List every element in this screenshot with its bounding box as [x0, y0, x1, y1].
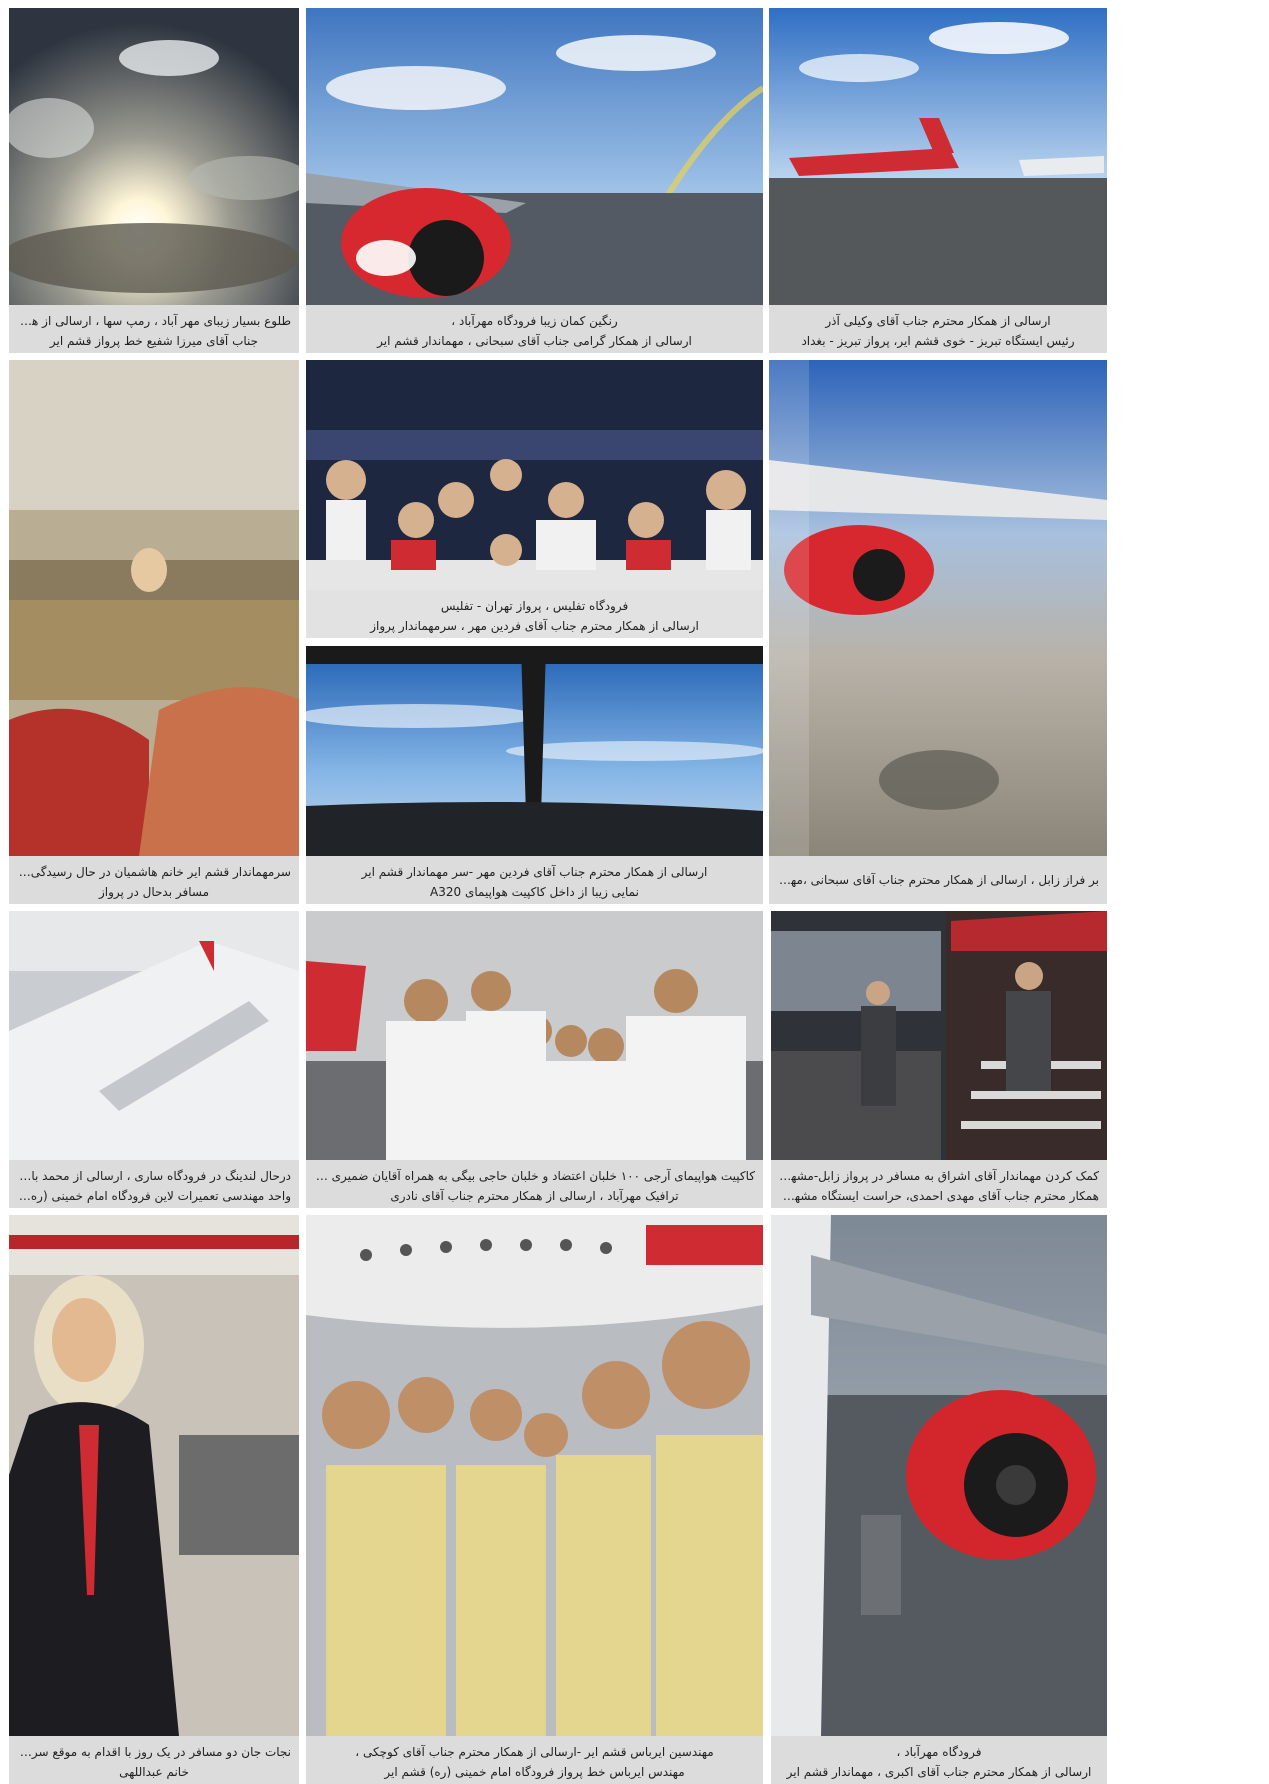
pilots-group-photo — [306, 911, 763, 1160]
photo-caption: فرودگاه مهرآباد ، ارسالی از همکار محترم … — [771, 1736, 1107, 1784]
apron-aircraft-photo — [769, 8, 1107, 305]
photo-caption: کمک کردن مهماندار آقای اشراق به مسافر در… — [771, 1160, 1107, 1208]
photo-caption: ارسالی از همکار محترم جناب آقای فردین مه… — [306, 856, 763, 904]
cabin-photo — [9, 360, 299, 856]
photo-caption: نجات جان دو مسافر در یک روز با اقدام به … — [9, 1736, 299, 1784]
gallery-tile-rainbow[interactable]: رنگین کمان زیبا فرودگاه مهرآباد ، ارسالی… — [306, 8, 763, 353]
gallery-tile-zabol-aerial[interactable]: بر فراز زابل ، ارسالی از همکار محترم جنا… — [769, 360, 1107, 904]
gallery-tile-engineers[interactable]: مهندسین ایرباس قشم ایر -ارسالی از همکار … — [306, 1215, 763, 1784]
gallery-tile-crew-tbilisi[interactable]: فرودگاه تفلیس ، پرواز تهران - تفلیس ارسا… — [306, 360, 763, 638]
wing-engine-aerial-photo — [769, 360, 1107, 856]
cockpit-photo — [306, 646, 763, 856]
photo-caption: بر فراز زابل ، ارسالی از همکار محترم جنا… — [769, 856, 1107, 904]
flight-attendant-photo — [9, 1215, 299, 1736]
rainbow-airport-photo — [306, 8, 763, 305]
sunrise-photo — [9, 8, 299, 305]
photo-caption: طلوع بسیار زیبای مهر آباد ، رمپ سها ، ار… — [9, 305, 299, 353]
gallery-tile-cockpit[interactable]: ارسالی از همکار محترم جناب آقای فردین مه… — [306, 646, 763, 904]
gallery-tile-attendant[interactable]: نجات جان دو مسافر در یک روز با اقدام به … — [9, 1215, 299, 1784]
gallery-tile-pilots[interactable]: کاکپیت هواپیمای آرجی ۱۰۰ خلبان اعتضاد و … — [306, 911, 763, 1208]
photo-caption: ارسالی از همکار محترم جناب آقای وکیلی آذ… — [769, 305, 1107, 353]
wing-flaps-photo — [9, 911, 299, 1160]
gallery-tile-cabin[interactable]: سرمهماندار قشم ایر خانم هاشمیان در حال ر… — [9, 360, 299, 904]
engineers-selfie-photo — [306, 1215, 763, 1736]
photo-caption: کاکپیت هواپیمای آرجی ۱۰۰ خلبان اعتضاد و … — [306, 1160, 763, 1208]
gallery-tile-sari-landing[interactable]: درحال لندینگ در فرودگاه ساری ، ارسالی از… — [9, 911, 299, 1208]
passenger-assist-photo — [771, 911, 1107, 1160]
engine-closeup-photo — [771, 1215, 1107, 1736]
gallery-tile-passenger-assist[interactable]: کمک کردن مهماندار آقای اشراق به مسافر در… — [771, 911, 1107, 1208]
gallery-tile-apron[interactable]: ارسالی از همکار محترم جناب آقای وکیلی آذ… — [769, 8, 1107, 353]
photo-caption: مهندسین ایرباس قشم ایر -ارسالی از همکار … — [306, 1736, 763, 1784]
gallery-tile-sunrise[interactable]: طلوع بسیار زیبای مهر آباد ، رمپ سها ، ار… — [9, 8, 299, 353]
photo-caption: سرمهماندار قشم ایر خانم هاشمیان در حال ر… — [9, 856, 299, 904]
gallery-tile-mehrabad-engine[interactable]: فرودگاه مهرآباد ، ارسالی از همکار محترم … — [771, 1215, 1107, 1784]
photo-caption: درحال لندینگ در فرودگاه ساری ، ارسالی از… — [9, 1160, 299, 1208]
photo-caption: رنگین کمان زیبا فرودگاه مهرآباد ، ارسالی… — [306, 305, 763, 353]
photo-caption: فرودگاه تفلیس ، پرواز تهران - تفلیس ارسا… — [306, 590, 763, 638]
